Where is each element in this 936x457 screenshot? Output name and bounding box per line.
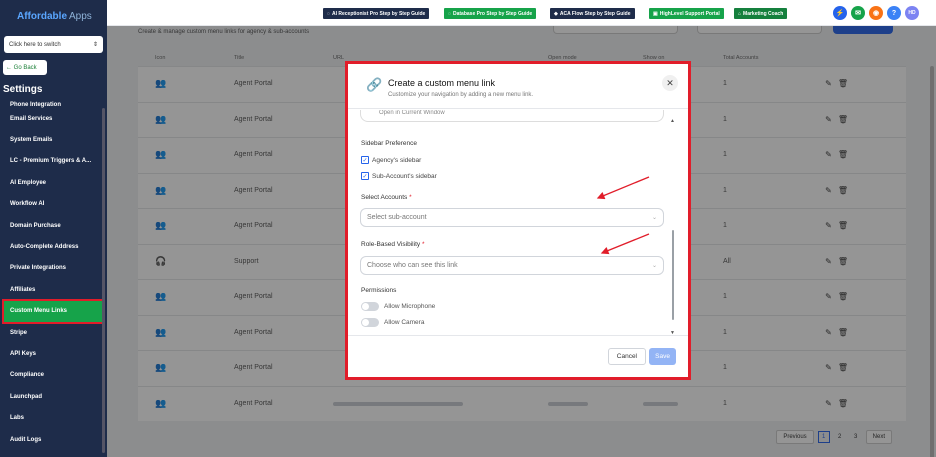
switcher-chevron-icon: ⇕ [92, 42, 98, 48]
aca-flow-guide-button[interactable]: ◆ ACA Flow Step by Step Guide [550, 8, 635, 19]
top-btn-label: AI Receptionist Pro Step by Step Guide [331, 10, 426, 17]
check-icon: ✓ [361, 156, 369, 164]
settings-nav: Phone Integration Email Services System … [0, 100, 107, 450]
close-icon[interactable]: ✕ [662, 75, 678, 91]
top-btn-label: ACA Flow Step by Step Guide [559, 10, 631, 17]
scroll-up-icon[interactable]: ▲ [670, 118, 675, 124]
select-accounts-dropdown[interactable]: Select sub-account ⌄ [360, 208, 664, 227]
cancel-button[interactable]: Cancel [607, 348, 646, 365]
sidebar-item-stripe[interactable]: Stripe [0, 322, 107, 343]
role-visibility-label: Role-Based Visibility * [361, 241, 424, 248]
agency-sidebar-checkbox[interactable]: ✓ Agency's sidebar [361, 156, 421, 164]
required-mark: * [421, 241, 425, 248]
modal-header: 🔗 Create a custom menu link Customize yo… [348, 64, 688, 109]
modal-description: Customize your navigation by adding a ne… [388, 92, 534, 98]
allow-camera-label: Allow Camera [384, 319, 425, 326]
allow-microphone-toggle[interactable]: Allow Microphone [361, 302, 435, 311]
sidebar-item-system-emails[interactable]: System Emails [0, 129, 107, 150]
sidebar-item-audit-logs[interactable]: Audit Logs [0, 429, 107, 450]
select-accounts-label: Select Accounts * [361, 194, 412, 201]
sidebar-item-affiliates[interactable]: Affiliates [0, 279, 107, 300]
open-mode-option[interactable]: Open in Current Window [360, 110, 664, 122]
modal-body: Open in Current Window Sidebar Preferenc… [348, 110, 688, 335]
top-btn-label: Marketing Coach [743, 10, 784, 17]
sidebar-item-launchpad[interactable]: Launchpad [0, 386, 107, 407]
role-visibility-placeholder: Choose who can see this link [367, 262, 458, 269]
modal-scrollbar[interactable]: ▲ ▼ [670, 118, 676, 336]
link-icon: 🔗 [366, 77, 383, 92]
sidebar-item-labs[interactable]: Labs [0, 407, 107, 428]
top-btn-label: HighLevel Support Portal [659, 10, 720, 17]
sidebar-item-domain-purchase[interactable]: Domain Purchase [0, 215, 107, 236]
logo-suffix: Apps [69, 10, 92, 22]
subaccount-sidebar-checkbox[interactable]: ✓ Sub-Account's sidebar [361, 172, 437, 180]
sidebar-item-phone-integration[interactable]: Phone Integration [0, 100, 107, 108]
check-icon: ✓ [361, 172, 369, 180]
required-mark: * [409, 194, 412, 201]
bell-icon[interactable]: ◉ [869, 6, 883, 20]
sidebar-item-email-services[interactable]: Email Services [0, 108, 107, 129]
user-icon: ▣ [653, 10, 658, 17]
help-icon[interactable]: ? [887, 6, 901, 20]
modal-footer: Cancel Save [348, 335, 688, 377]
save-button[interactable]: Save [649, 348, 676, 365]
support-portal-button[interactable]: ▣ HighLevel Support Portal [649, 8, 724, 19]
sidebar-item-api-keys[interactable]: API Keys [0, 343, 107, 364]
permissions-label: Permissions [361, 287, 397, 294]
quick-action-icon[interactable]: ⚡ [833, 6, 847, 20]
go-back-button[interactable]: ← Go Back [3, 60, 47, 75]
toggle-switch[interactable] [361, 318, 379, 327]
sidebar-item-ai-employee[interactable]: AI Employee [0, 172, 107, 193]
chat-bubble-icon[interactable]: ✉ [851, 6, 865, 20]
select-accounts-text: Select Accounts [361, 194, 408, 201]
scrollbar-thumb[interactable] [672, 230, 674, 320]
marketing-coach-button[interactable]: ⌂ Marketing Coach [734, 8, 788, 19]
top-btn-label: Database Pro Step by Step Guide [452, 10, 533, 17]
logo-main: Affordable [17, 10, 67, 22]
ai-receptionist-guide-button[interactable]: ◌ AI Receptionist Pro Step by Step Guide [323, 8, 430, 19]
chevron-down-icon: ⌄ [651, 215, 657, 221]
sidebar-item-custom-menu-links[interactable]: Custom Menu Links [2, 298, 105, 324]
sidebar: Affordable Apps Click here to switch ⇕ ← … [0, 0, 107, 457]
account-switcher[interactable]: Click here to switch ⇕ [4, 36, 103, 53]
sidebar-scrollbar[interactable] [102, 108, 105, 453]
role-visibility-text: Role-Based Visibility [361, 241, 421, 248]
sidebar-preference-label: Sidebar Preference [361, 140, 418, 147]
allow-camera-toggle[interactable]: Allow Camera [361, 318, 424, 327]
avatar[interactable]: HD [905, 6, 919, 20]
create-menu-link-modal: 🔗 Create a custom menu link Customize yo… [348, 64, 688, 377]
sidebar-item-auto-complete-address[interactable]: Auto-Complete Address [0, 236, 107, 257]
sidebar-item-premium-triggers[interactable]: LC - Premium Triggers & A... [0, 151, 107, 172]
allow-microphone-label: Allow Microphone [384, 303, 436, 310]
app: Affordable Apps Click here to switch ⇕ ← … [0, 0, 936, 457]
role-visibility-dropdown[interactable]: Choose who can see this link ⌄ [360, 256, 664, 275]
database-guide-button[interactable]: ◌ Database Pro Step by Step Guide [444, 8, 537, 19]
sidebar-item-private-integrations[interactable]: Private Integrations [0, 258, 107, 279]
chat-icon: ◌ [327, 10, 330, 17]
modal-title: Create a custom menu link [388, 78, 496, 88]
agency-sidebar-label: Agency's sidebar [372, 156, 422, 164]
topbar: ◌ AI Receptionist Pro Step by Step Guide … [107, 0, 936, 26]
logo: Affordable Apps [0, 0, 107, 32]
chat-icon: ◌ [448, 10, 451, 17]
chevron-down-icon: ⌄ [651, 263, 657, 269]
settings-title: Settings [3, 84, 43, 95]
toggle-switch[interactable] [361, 302, 379, 311]
select-accounts-placeholder: Select sub-account [367, 214, 427, 221]
tag-icon: ◆ [554, 10, 558, 17]
home-icon: ⌂ [738, 10, 742, 17]
switcher-label: Click here to switch [9, 41, 61, 48]
subaccount-sidebar-label: Sub-Account's sidebar [372, 172, 437, 180]
sidebar-item-compliance[interactable]: Compliance [0, 365, 107, 386]
sidebar-item-workflow-ai[interactable]: Workflow AI [0, 194, 107, 215]
